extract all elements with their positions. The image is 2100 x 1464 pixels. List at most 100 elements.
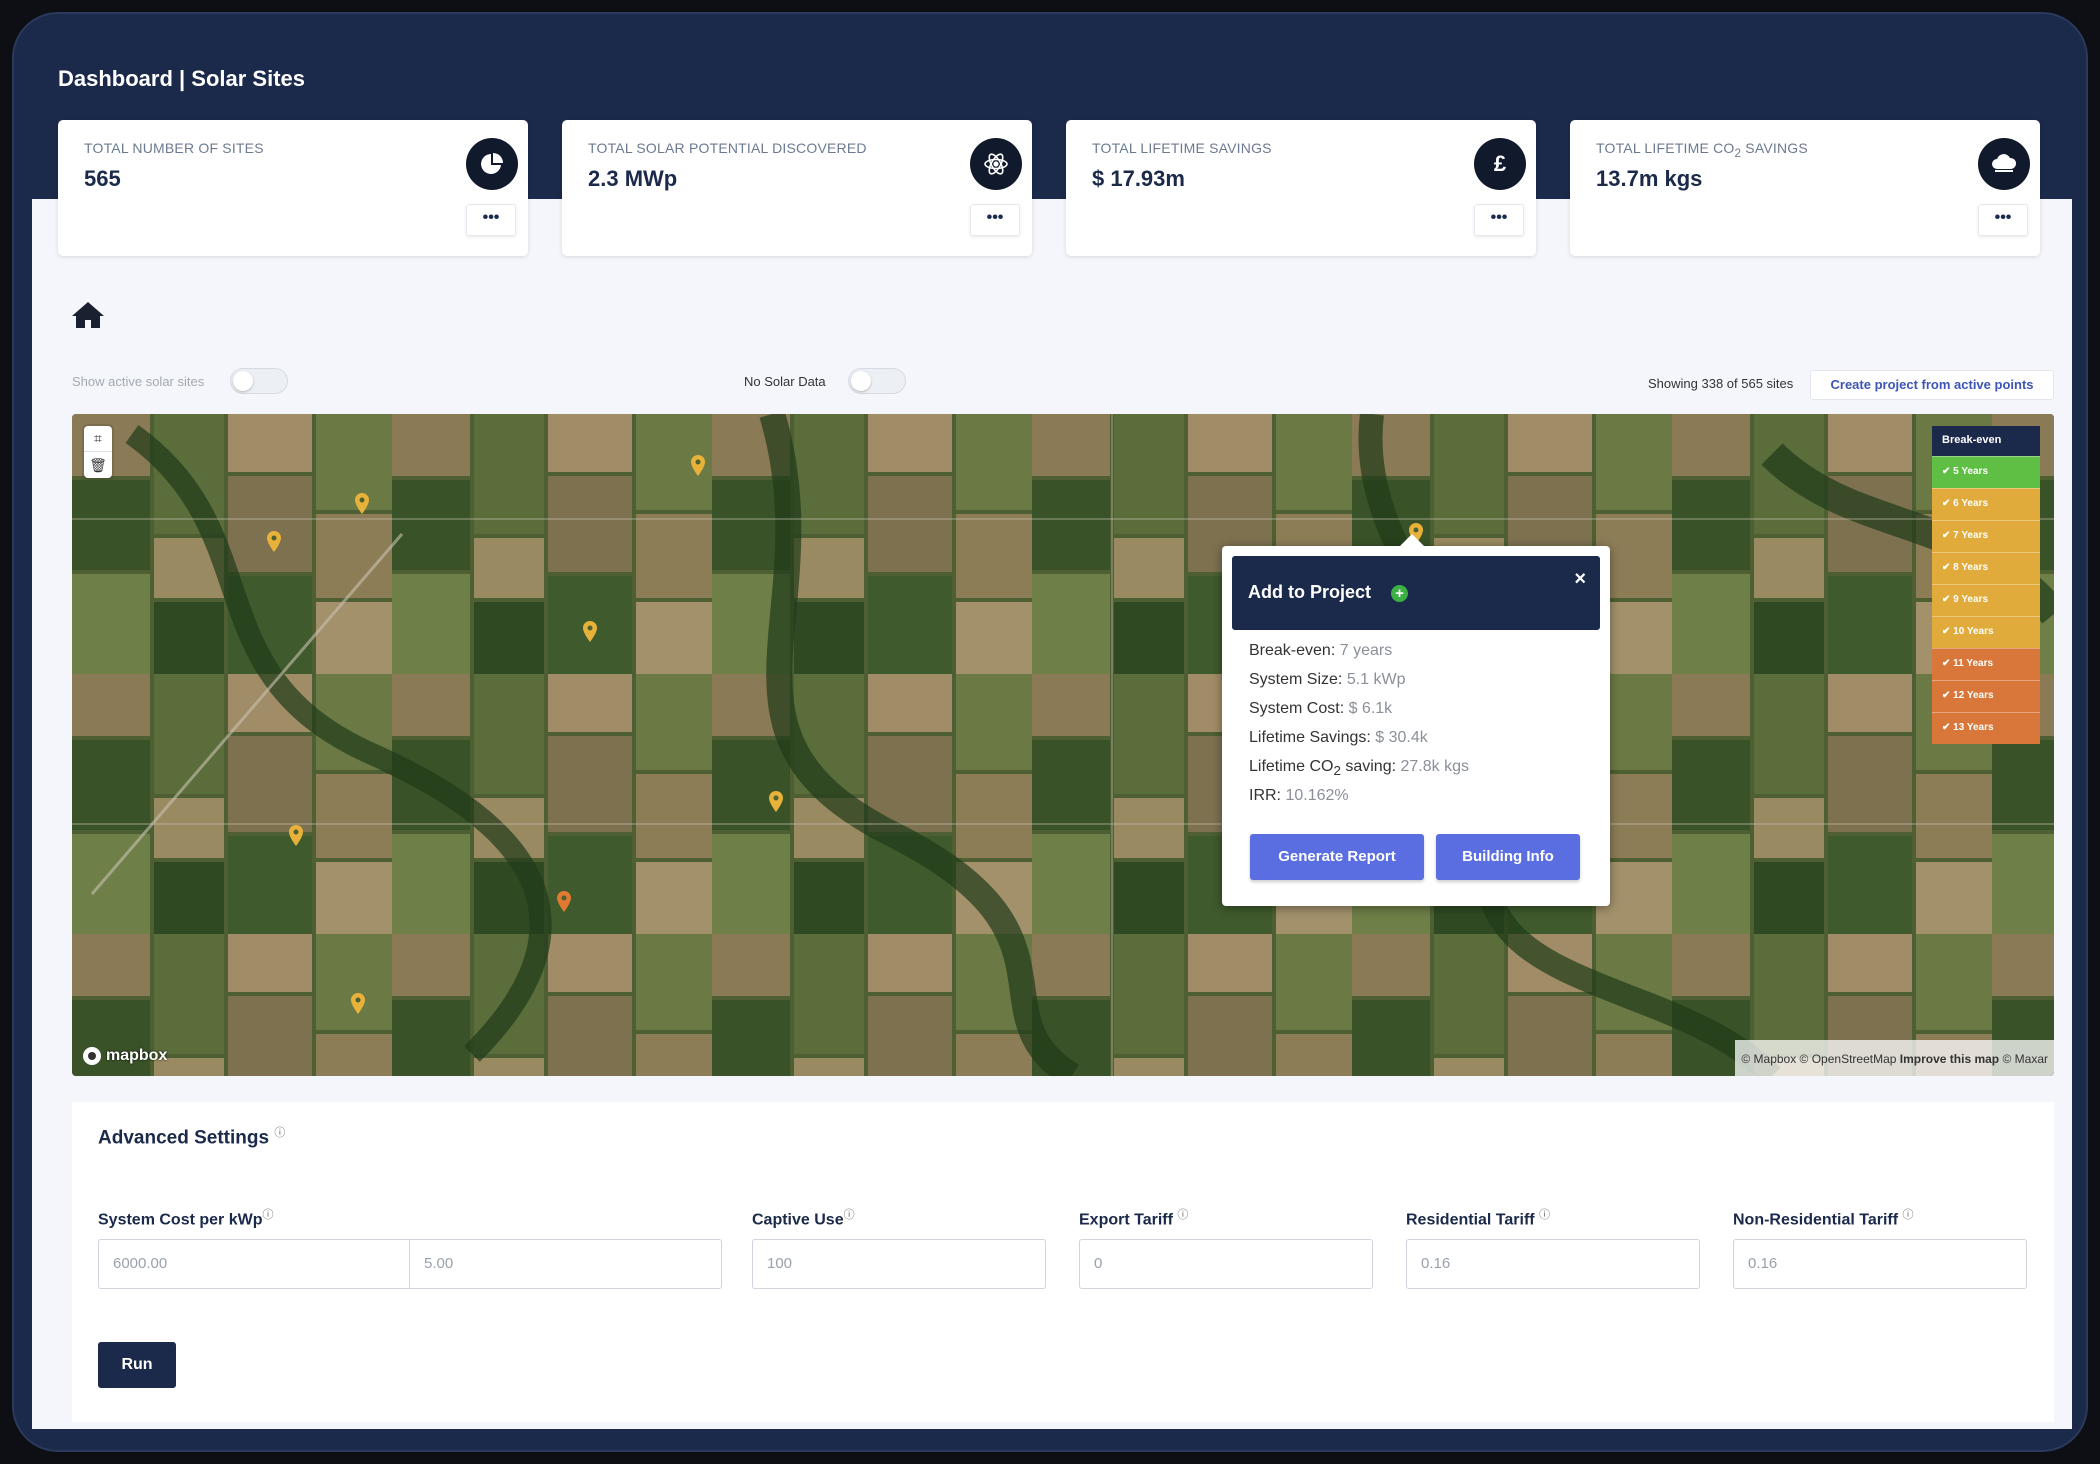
run-button[interactable]: Run xyxy=(98,1342,176,1388)
row-label: Break-even: xyxy=(1249,642,1340,659)
info-icon[interactable]: ⓘ xyxy=(1177,1209,1188,1221)
stat-card-total-sites: Total Number of Sites 565 ••• xyxy=(58,120,528,256)
info-icon[interactable]: ⓘ xyxy=(1539,1209,1550,1221)
row-value: 7 years xyxy=(1339,642,1393,659)
info-icon[interactable]: ⓘ xyxy=(844,1209,855,1221)
popup-row-lifetime-savings: Lifetime Savings: $ 30.4k xyxy=(1249,729,1428,747)
legend-item-6-years[interactable]: ✔ 6 Years xyxy=(1932,488,2040,520)
legend-item-7-years[interactable]: ✔ 7 Years xyxy=(1932,520,2040,552)
non-residential-tariff-input[interactable]: 0.16 xyxy=(1733,1239,2027,1289)
system-cost-label-text: System Cost per kWp xyxy=(98,1211,263,1229)
system-cost-input[interactable]: 6000.00 xyxy=(98,1239,410,1289)
legend-title: Break-even xyxy=(1932,426,2040,456)
legend-item-13-years[interactable]: ✔ 13 Years xyxy=(1932,712,2040,744)
captive-use-label-text: Captive Use xyxy=(752,1211,844,1229)
stat-card-solar-potential: Total Solar Potential Discovered 2.3 MWp… xyxy=(562,120,1032,256)
info-icon[interactable]: ⓘ xyxy=(262,1209,273,1221)
info-icon[interactable]: ⓘ xyxy=(274,1127,285,1139)
stat-label: Total Lifetime CO2 Savings xyxy=(1596,140,1808,160)
map-pin-icon[interactable] xyxy=(554,890,574,914)
pound-icon: £ xyxy=(1474,138,1526,190)
create-project-button[interactable]: Create project from active points xyxy=(1810,370,2054,400)
generate-report-button[interactable]: Generate Report xyxy=(1250,834,1424,880)
info-icon[interactable]: ⓘ xyxy=(1903,1209,1914,1221)
captive-use-input[interactable]: 100 xyxy=(752,1239,1046,1289)
export-tariff-label: Export Tariff ⓘ xyxy=(1079,1206,1188,1229)
improve-map-link[interactable]: Improve this map xyxy=(1900,1052,1999,1066)
mapbox-logo-text: mapbox xyxy=(106,1047,168,1064)
stat-value: 2.3 MWp xyxy=(588,166,678,191)
row-value: 5.1 kWp xyxy=(1346,671,1406,688)
attribution-text[interactable]: © Mapbox © OpenStreetMap xyxy=(1741,1052,1899,1066)
map-pin-icon[interactable] xyxy=(352,492,372,516)
residential-tariff-label-text: Residential Tariff xyxy=(1406,1211,1535,1229)
popup-title: Add to Project xyxy=(1248,582,1372,602)
stat-label: Total Number of Sites xyxy=(84,140,264,156)
system-cost-secondary-input[interactable]: 5.00 xyxy=(409,1239,722,1289)
card-menu-button[interactable]: ••• xyxy=(1978,204,2028,236)
legend-item-8-years[interactable]: ✔ 8 Years xyxy=(1932,552,2040,584)
system-cost-label: System Cost per kWpⓘ xyxy=(98,1206,273,1229)
legend-item-5-years[interactable]: ✔ 5 Years xyxy=(1932,456,2040,488)
attribution-maxar[interactable]: © Maxar xyxy=(1999,1052,2048,1066)
row-label: System Cost: xyxy=(1249,700,1349,717)
popup-row-system-size: System Size: 5.1 kWp xyxy=(1249,671,1406,689)
map-pin-icon[interactable] xyxy=(580,620,600,644)
atom-icon xyxy=(970,138,1022,190)
row-label: IRR: xyxy=(1249,787,1286,804)
map-draw-controls: ⌗ 🗑 xyxy=(84,426,112,478)
map-pin-icon[interactable] xyxy=(286,824,306,848)
captive-use-label: Captive Useⓘ xyxy=(752,1206,855,1229)
legend-item-11-years[interactable]: ✔ 11 Years xyxy=(1932,648,2040,680)
legend-item-9-years[interactable]: ✔ 9 Years xyxy=(1932,584,2040,616)
no-solar-data-toggle[interactable] xyxy=(848,368,906,394)
app-window: Dashboard | Solar Sites Total Number of … xyxy=(12,12,2088,1452)
trash-icon[interactable]: 🗑 xyxy=(84,452,112,478)
row-value: 10.162% xyxy=(1285,787,1349,804)
stat-value: 565 xyxy=(84,166,121,191)
advanced-settings-panel: Advanced Settings ⓘ System Cost per kWpⓘ… xyxy=(72,1102,2054,1422)
page-title: Dashboard | Solar Sites xyxy=(58,66,306,91)
card-menu-button[interactable]: ••• xyxy=(970,204,1020,236)
show-active-sites-label: Show active solar sites xyxy=(72,374,205,389)
stat-card-co2-savings: Total Lifetime CO2 Savings 13.7m kgs ••• xyxy=(1570,120,2040,256)
plus-circle-icon[interactable]: + xyxy=(1391,585,1408,602)
map-attribution: © Mapbox © OpenStreetMap Improve this ma… xyxy=(1735,1040,2054,1076)
row-label: System Size: xyxy=(1249,671,1347,688)
map-pin-icon[interactable] xyxy=(688,454,708,478)
close-icon[interactable]: × xyxy=(1574,568,1586,591)
pie-chart-icon xyxy=(466,138,518,190)
legend-item-10-years[interactable]: ✔ 10 Years xyxy=(1932,616,2040,648)
break-even-legend: Break-even ✔ 5 Years ✔ 6 Years ✔ 7 Years… xyxy=(1932,426,2040,744)
advanced-settings-title-text: Advanced Settings xyxy=(98,1127,270,1149)
row-label-sub: 2 xyxy=(1333,763,1341,779)
row-value: 27.8k kgs xyxy=(1400,758,1469,775)
mapbox-logo[interactable]: mapbox xyxy=(82,1046,167,1066)
building-info-button[interactable]: Building Info xyxy=(1436,834,1580,880)
card-menu-button[interactable]: ••• xyxy=(466,204,516,236)
add-to-project-popup: Add to Project + × Break-even: 7 years S… xyxy=(1222,534,1610,906)
popup-header: Add to Project + × xyxy=(1232,556,1600,630)
stat-label: Total Lifetime Savings xyxy=(1092,140,1272,156)
home-icon[interactable] xyxy=(70,300,106,335)
export-tariff-input[interactable]: 0 xyxy=(1079,1239,1373,1289)
advanced-settings-title: Advanced Settings ⓘ xyxy=(98,1124,285,1149)
stat-card-lifetime-savings: Total Lifetime Savings $ 17.93m £ ••• xyxy=(1066,120,1536,256)
row-label-suffix: saving: xyxy=(1340,758,1401,775)
cloud-icon xyxy=(1978,138,2030,190)
export-tariff-label-text: Export Tariff xyxy=(1079,1211,1173,1229)
draw-polygon-icon[interactable]: ⌗ xyxy=(84,426,112,452)
row-value: $ 30.4k xyxy=(1375,729,1428,746)
map-pin-icon[interactable] xyxy=(766,790,786,814)
map-pin-icon[interactable] xyxy=(264,530,284,554)
row-label: Lifetime CO xyxy=(1249,758,1334,775)
show-active-sites-toggle[interactable] xyxy=(230,368,288,394)
showing-count: Showing 338 of 565 sites xyxy=(1648,376,1794,391)
stat-value: $ 17.93m xyxy=(1092,166,1185,191)
map-pin-icon[interactable] xyxy=(348,992,368,1016)
card-menu-button[interactable]: ••• xyxy=(1474,204,1524,236)
residential-tariff-input[interactable]: 0.16 xyxy=(1406,1239,1700,1289)
row-value: $ 6.1k xyxy=(1348,700,1393,717)
legend-item-12-years[interactable]: ✔ 12 Years xyxy=(1932,680,2040,712)
satellite-map[interactable]: ⌗ 🗑 Break-even ✔ 5 Years ✔ 6 Years ✔ 7 Y… xyxy=(72,414,2054,1076)
